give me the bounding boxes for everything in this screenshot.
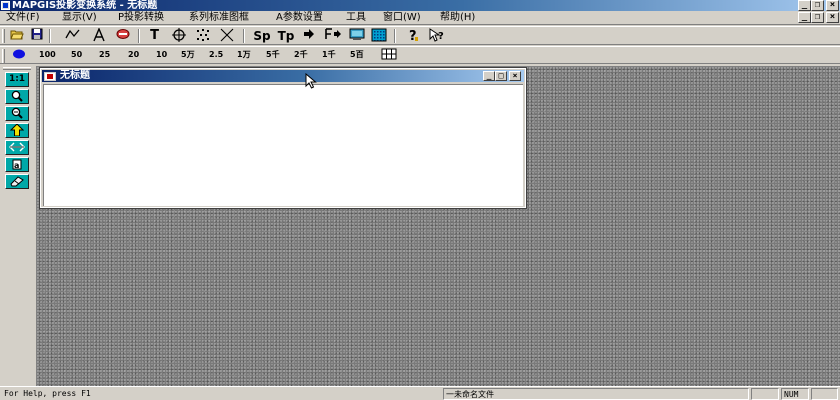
text-icon[interactable] <box>90 27 107 44</box>
one-to-one-button[interactable]: 1:1 <box>5 72 29 87</box>
save-icon[interactable] <box>28 28 45 44</box>
context-help-icon[interactable]: ? <box>428 28 445 44</box>
minimize-button[interactable]: _ <box>798 0 811 11</box>
menu-projection[interactable]: P投影转换 <box>118 12 164 24</box>
open-icon[interactable] <box>8 28 25 44</box>
status-help-text: For Help, press F1 <box>4 389 91 398</box>
toolbar-grip[interactable] <box>3 67 31 70</box>
restore-button[interactable]: ❐ <box>811 0 824 11</box>
text-tool-button[interactable]: T <box>146 28 163 44</box>
menu-view[interactable]: 显示(V) <box>62 12 97 24</box>
toolbar-grip[interactable] <box>2 49 5 63</box>
grid-icon[interactable] <box>380 48 397 64</box>
menu-bar: 文件(F) 显示(V) P投影转换 系列标准图框 A参数设置 工具 窗口(W) … <box>0 11 840 25</box>
app-title: MAPGIS投影变换系统 - 无标题 <box>12 0 158 11</box>
menu-help[interactable]: 帮助(H) <box>440 12 475 24</box>
scale-2qian[interactable]: 2千 <box>294 49 308 61</box>
left-toolbar: 1:1 a <box>0 66 36 386</box>
status-bar: For Help, press F1 一未命名文件 NUM <box>0 386 840 400</box>
crosshair-icon[interactable] <box>170 28 187 44</box>
toolbar-separator <box>49 29 51 43</box>
line-icon[interactable] <box>64 28 81 44</box>
pan-icon[interactable] <box>5 140 29 155</box>
map-canvas[interactable] <box>43 84 523 206</box>
status-pane-empty <box>751 388 779 400</box>
toolbar-separator <box>243 29 245 43</box>
svg-text:?: ? <box>438 31 444 42</box>
child-title-bar[interactable]: 无标题 _ □ × <box>42 70 524 82</box>
area-icon[interactable] <box>114 28 131 44</box>
child-title: 无标题 <box>60 70 90 81</box>
document-icon[interactable] <box>44 72 56 81</box>
scale-5qian[interactable]: 5千 <box>266 49 280 61</box>
child-maximize-button[interactable]: □ <box>495 71 507 81</box>
menu-window[interactable]: 窗口(W) <box>383 12 421 24</box>
zoom-in-icon[interactable] <box>5 89 29 104</box>
scale-1qian[interactable]: 1千 <box>322 49 336 61</box>
svg-text:a: a <box>14 161 19 170</box>
menu-parameters[interactable]: A参数设置 <box>276 12 323 24</box>
eraser-icon[interactable] <box>5 174 29 189</box>
child-close-button[interactable]: × <box>509 71 521 81</box>
toolbar-separator <box>138 29 140 43</box>
scale-20[interactable]: 20 <box>128 49 139 61</box>
scale-1wan[interactable]: 1万 <box>237 49 251 61</box>
menu-file[interactable]: 文件(F) <box>6 12 40 24</box>
cross-icon[interactable] <box>218 28 235 44</box>
menu-tools[interactable]: 工具 <box>346 12 366 24</box>
toolbar-grip[interactable] <box>2 29 5 43</box>
child-minimize-button[interactable]: _ <box>483 71 495 81</box>
app-icon[interactable] <box>1 1 10 10</box>
restore-view-icon[interactable]: a <box>5 157 29 172</box>
blue-dot-icon[interactable] <box>10 48 27 64</box>
sp-button[interactable]: Sp <box>251 28 273 44</box>
child-window[interactable]: 无标题 _ □ × <box>39 67 527 209</box>
scale-2-5[interactable]: 2.5 <box>209 49 223 61</box>
mdi-restore-button[interactable]: ❐ <box>811 12 824 23</box>
help-icon[interactable]: ? <box>404 28 421 44</box>
scale-5bai[interactable]: 5百 <box>350 49 364 61</box>
scale-10[interactable]: 10 <box>156 49 167 61</box>
points-icon[interactable] <box>194 28 211 44</box>
zoom-out-icon[interactable] <box>5 106 29 121</box>
mouse-cursor-icon <box>305 73 317 89</box>
scale-toolbar: 100 50 25 20 10 5万 2.5 1万 5千 2千 1千 5百 <box>0 46 840 64</box>
arrow-right-icon[interactable] <box>300 28 317 44</box>
main-toolbar: T Sp Tp ? ? <box>0 26 840 45</box>
scale-25[interactable]: 25 <box>99 49 110 61</box>
scale-100[interactable]: 100 <box>39 49 56 61</box>
mdi-minimize-button[interactable]: _ <box>798 12 811 23</box>
mdi-workspace[interactable]: 无标题 _ □ × <box>36 66 840 386</box>
status-filename: 一未命名文件 <box>443 388 749 400</box>
tp-button[interactable]: Tp <box>275 28 297 44</box>
menu-standard-frame[interactable]: 系列标准图框 <box>189 12 249 24</box>
toolbar-separator <box>394 29 396 43</box>
status-pane-scroll <box>811 388 838 400</box>
close-button[interactable]: × <box>826 0 839 11</box>
scale-50[interactable]: 50 <box>71 49 82 61</box>
mdi-close-button[interactable]: × <box>826 12 839 23</box>
monitor-icon[interactable] <box>348 28 365 44</box>
status-num: NUM <box>781 388 809 400</box>
move-up-icon[interactable] <box>5 123 29 138</box>
scale-5wan[interactable]: 5万 <box>181 49 195 61</box>
pattern-icon[interactable] <box>370 28 387 44</box>
app-title-bar[interactable]: MAPGIS投影变换系统 - 无标题 _ ❐ × <box>0 0 840 11</box>
f-arrow-icon[interactable] <box>324 28 344 44</box>
